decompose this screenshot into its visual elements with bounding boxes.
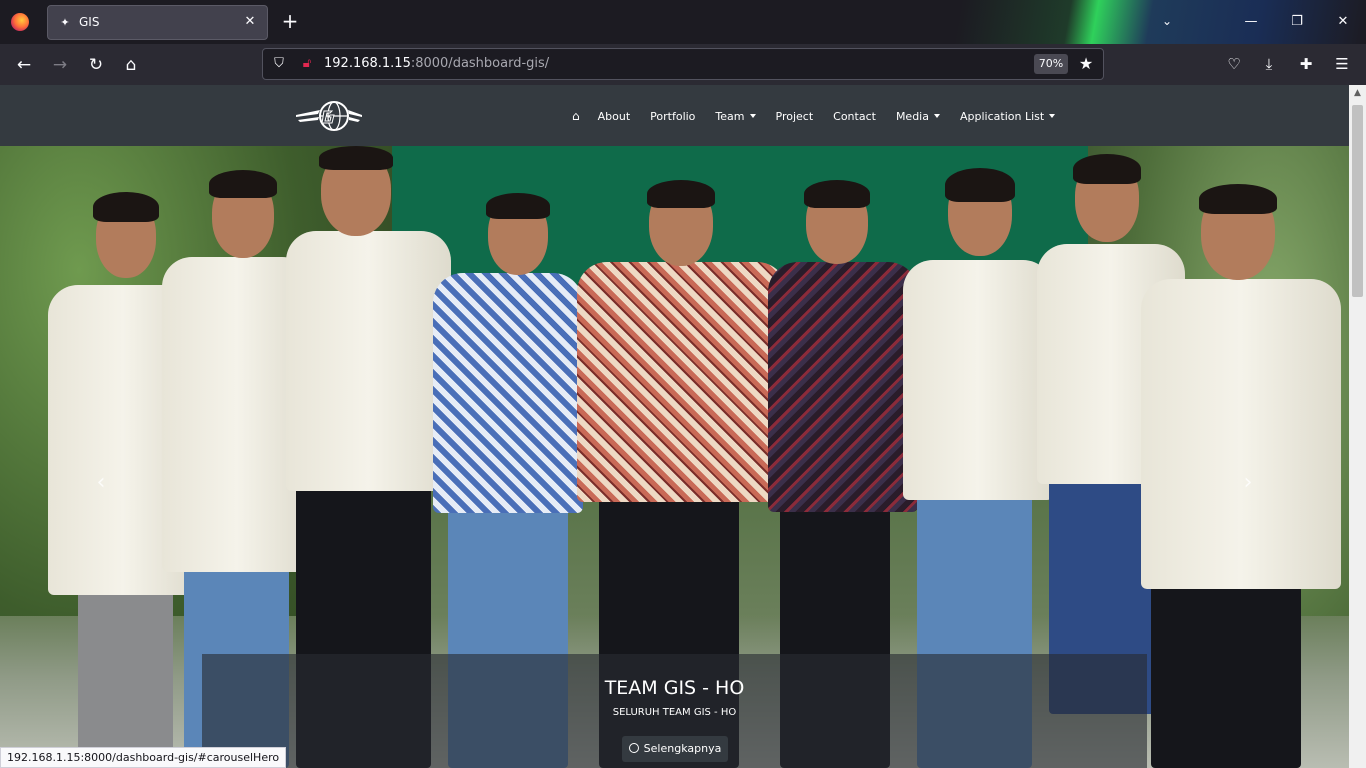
menu-application-list-label: Application List	[959, 109, 1045, 123]
menu-media-label: Media	[895, 109, 929, 123]
arrow-circle-icon	[628, 743, 639, 753]
gis-logo[interactable]	[294, 99, 364, 133]
list-all-tabs-icon[interactable]: ⌄	[1158, 12, 1176, 30]
menu-item-portfolio[interactable]: Portfolio	[640, 110, 705, 123]
caret-down-icon	[933, 114, 940, 118]
forward-button[interactable]: →	[48, 53, 72, 77]
address-bar[interactable]: ⛉ 🔓︎ 192.168.1.15:8000/dashboard-gis/ 70…	[262, 48, 1104, 80]
carousel-prev-icon[interactable]: ‹	[86, 468, 116, 498]
url-path: :8000/dashboard-gis/	[410, 56, 550, 71]
back-button[interactable]: ←	[12, 53, 36, 77]
scrollbar-thumb[interactable]	[1352, 105, 1363, 297]
bookmark-star-icon[interactable]: ★	[1076, 54, 1096, 74]
caret-down-icon	[749, 114, 756, 118]
home-button[interactable]: ⌂	[119, 53, 143, 77]
link-status-bar: 192.168.1.15:8000/dashboard-gis/#carouse…	[0, 747, 287, 768]
carousel-caption: TEAM GIS - HO SELURUH TEAM GIS - HO Sele…	[202, 654, 1147, 768]
firefox-icon[interactable]	[11, 13, 29, 31]
browser-nav-bar: ← → ↻ ⌂ ⛉ 🔓︎ 192.168.1.15:8000/dashboard…	[0, 44, 1366, 85]
close-window-icon[interactable]: ✕	[1333, 12, 1353, 32]
url-text[interactable]: 192.168.1.15:8000/dashboard-gis/	[324, 56, 549, 71]
menu-item-contact[interactable]: Contact	[823, 110, 886, 123]
site-favicon-icon: ✦	[60, 16, 70, 29]
menu-contact-label: Contact	[833, 109, 876, 123]
menu-item-team[interactable]: Team	[705, 110, 765, 123]
carousel-next-icon[interactable]: ›	[1233, 468, 1263, 498]
minimize-window-icon[interactable]: —	[1241, 12, 1261, 32]
pocket-icon[interactable]: ♡	[1223, 53, 1245, 75]
site-menu: ⌂ About Portfolio Team Project Contact M…	[566, 105, 1065, 127]
browser-tab-gis[interactable]: ✦ GIS ✕	[47, 5, 268, 40]
download-icon[interactable]: ⤓	[1258, 53, 1280, 75]
reload-button[interactable]: ↻	[84, 53, 108, 77]
caret-down-icon	[1049, 114, 1056, 118]
menu-portfolio-label: Portfolio	[650, 109, 696, 123]
shield-icon[interactable]: ⛉	[271, 56, 287, 72]
restore-window-icon[interactable]: ❐	[1287, 12, 1307, 32]
page-viewport: ⌂ About Portfolio Team Project Contact M…	[0, 85, 1349, 768]
selengkapnya-label: Selengkapnya	[643, 742, 722, 755]
url-host: 192.168.1.15	[324, 56, 411, 71]
menu-team-label: Team	[715, 109, 745, 123]
menu-item-application-list[interactable]: Application List	[950, 110, 1065, 123]
insecure-lock-icon[interactable]: 🔓︎	[299, 56, 315, 72]
menu-project-label: Project	[775, 109, 814, 123]
hero-carousel: ‹ › TEAM GIS - HO SELURUH TEAM GIS - HO …	[0, 146, 1349, 768]
tab-title: GIS	[79, 15, 100, 29]
menu-about-label: About	[597, 109, 631, 123]
selengkapnya-button[interactable]: Selengkapnya	[622, 736, 728, 762]
menu-item-about[interactable]: About	[588, 110, 641, 123]
hamburger-menu-icon[interactable]: ☰	[1331, 53, 1353, 75]
page-scrollbar[interactable]: ▲	[1349, 85, 1366, 768]
menu-item-media[interactable]: Media	[886, 110, 950, 123]
site-navbar: ⌂ About Portfolio Team Project Contact M…	[0, 85, 1349, 146]
extensions-icon[interactable]: ✚	[1295, 53, 1317, 75]
new-tab-button[interactable]: +	[279, 10, 301, 32]
close-tab-icon[interactable]: ✕	[241, 13, 259, 31]
scroll-up-icon[interactable]: ▲	[1349, 85, 1366, 102]
zoom-level-button[interactable]: 70%	[1034, 54, 1068, 74]
carousel-subtitle: SELURUH TEAM GIS - HO	[612, 707, 737, 718]
carousel-title: TEAM GIS - HO	[604, 677, 745, 699]
home-icon[interactable]: ⌂	[566, 109, 588, 123]
menu-item-project[interactable]: Project	[766, 110, 824, 123]
browser-tab-bar: ✦ GIS ✕ + ⌄ — ❐ ✕	[0, 0, 1366, 44]
